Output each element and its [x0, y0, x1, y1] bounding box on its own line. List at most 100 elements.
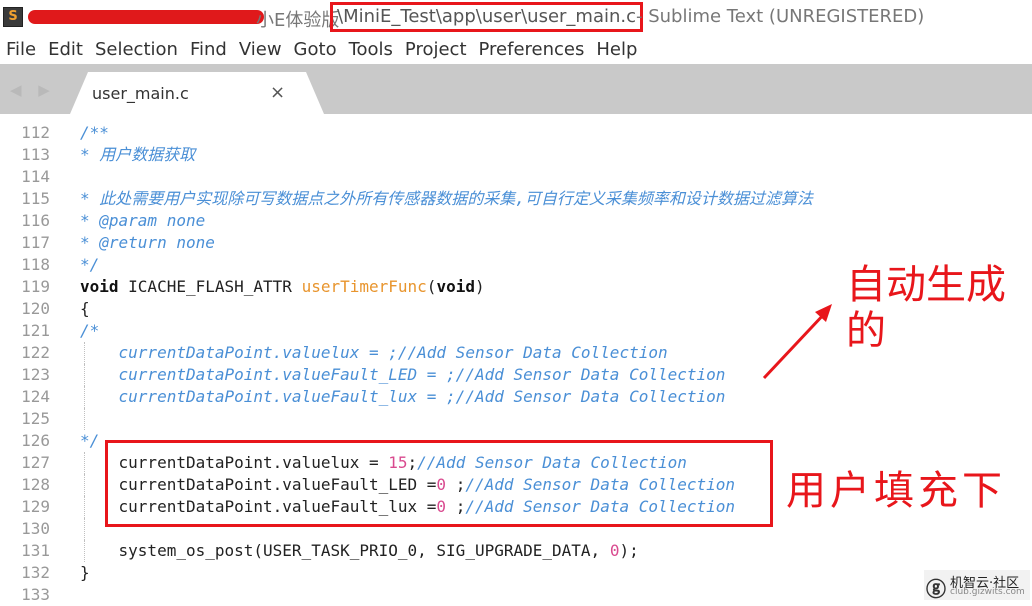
annotation-user-fill: 用户填充下 — [786, 468, 1006, 514]
code-editor[interactable]: 112 /** 113 * 用户数据获取 114 115 * 此处需要用户实现除可写数据点之… — [0, 114, 1032, 604]
code-text: { — [80, 298, 90, 320]
line-number: 128 — [21, 475, 50, 494]
code-line[interactable]: 124 currentDataPoint.valueFault_lux = ;/… — [0, 386, 1032, 408]
code-token: ICACHE_FLASH_ATTR — [118, 277, 302, 296]
code-text: * 用户数据获取 — [80, 144, 195, 166]
line-number: 115 — [21, 189, 50, 208]
line-number: 125 — [21, 409, 50, 428]
line-number: 129 — [21, 497, 50, 516]
tab-user-main-c[interactable]: user_main.c × — [70, 72, 324, 114]
code-token: { — [80, 299, 90, 318]
line-number: 119 — [21, 277, 50, 296]
code-text: */ — [80, 430, 99, 452]
code-line[interactable]: 114 — [0, 166, 1032, 188]
code-token: void — [80, 277, 119, 296]
code-token: */ — [80, 255, 100, 274]
watermark-url: club.gizwits.com — [950, 587, 1025, 597]
tab-label: user_main.c — [92, 84, 189, 103]
code-line[interactable]: 132} — [0, 562, 1032, 584]
indent-guide — [84, 518, 85, 540]
watermark: ⓖ 机智云·社区 club.gizwits.com — [924, 570, 1030, 601]
gizwits-logo-icon: ⓖ — [926, 577, 946, 601]
code-token: /** — [80, 123, 109, 142]
line-number: 114 — [21, 167, 50, 186]
code-line[interactable]: 125 — [0, 408, 1032, 430]
menu-file[interactable]: File — [0, 39, 42, 60]
menu-preferences[interactable]: Preferences — [473, 39, 591, 60]
menu-tools[interactable]: Tools — [343, 39, 399, 60]
code-token: currentDataPoint.valuelux = ;//Add Senso… — [80, 343, 668, 362]
line-number: 112 — [21, 123, 50, 142]
code-text: /* — [80, 320, 99, 342]
menu-view[interactable]: View — [233, 39, 288, 60]
tab-bar: ◀ ▶ user_main.c × — [0, 64, 1032, 114]
line-number: 124 — [21, 387, 50, 406]
annotation-auto-generated: 自动生成的 — [846, 262, 1006, 354]
code-line[interactable]: 113 * 用户数据获取 — [0, 144, 1032, 166]
code-token: /* — [80, 321, 100, 340]
menu-project[interactable]: Project — [399, 39, 473, 60]
code-line[interactable]: 116 * @param none — [0, 210, 1032, 232]
code-text: /** — [80, 122, 109, 144]
code-text: currentDataPoint.valuelux = ;//Add Senso… — [80, 342, 668, 364]
code-line[interactable]: 117 * @return none — [0, 232, 1032, 254]
code-text: currentDataPoint.valueFault_LED = ;//Add… — [80, 364, 726, 386]
code-token: userTimerFunc — [301, 277, 427, 296]
menu-selection[interactable]: Selection — [89, 39, 184, 60]
menu-find[interactable]: Find — [184, 39, 233, 60]
code-line[interactable]: 133 — [0, 584, 1032, 606]
code-text: void ICACHE_FLASH_ATTR userTimerFunc(voi… — [80, 276, 485, 298]
code-line[interactable]: 123 currentDataPoint.valueFault_LED = ;/… — [0, 364, 1032, 386]
code-line[interactable]: 112 /** — [0, 122, 1032, 144]
code-token: ( — [426, 277, 437, 296]
code-text: system_os_post(USER_TASK_PRIO_0, SIG_UPG… — [80, 540, 639, 562]
code-text: * @return none — [80, 232, 215, 254]
code-token: ); — [619, 541, 639, 560]
code-token: */ — [80, 431, 100, 450]
code-token: * 用户数据获取 — [80, 145, 196, 164]
code-token: 0 — [609, 541, 620, 560]
line-number: 130 — [21, 519, 50, 538]
line-number: 131 — [21, 541, 50, 560]
code-token: currentDataPoint.valueFault_lux = ;//Add… — [80, 387, 726, 406]
code-token: * @param none — [80, 211, 206, 230]
line-number: 118 — [21, 255, 50, 274]
title-bar: S 小E体验版 \MiniE_Test\app\user\user_main.c… — [0, 0, 1032, 34]
code-text: */ — [80, 254, 99, 276]
code-token: * @return none — [80, 233, 215, 252]
code-line[interactable]: 115 * 此处需要用户实现除可写数据点之外所有传感器数据的采集,可自行定义采集频… — [0, 188, 1032, 210]
line-number: 132 — [21, 563, 50, 582]
sublime-app-icon: S — [3, 7, 23, 27]
indent-guide — [84, 408, 85, 430]
title-path-prefix: 小E体验版 — [256, 10, 340, 31]
code-text: currentDataPoint.valueFault_lux = ;//Add… — [80, 386, 726, 408]
code-token: * 此处需要用户实现除可写数据点之外所有传感器数据的采集,可自行定义采集频率和设… — [80, 189, 813, 208]
line-number: 117 — [21, 233, 50, 252]
menu-goto[interactable]: Goto — [288, 39, 343, 60]
menu-edit[interactable]: Edit — [42, 39, 89, 60]
title-redaction-mark — [28, 10, 264, 24]
line-number: 123 — [21, 365, 50, 384]
code-token: ) — [474, 277, 485, 296]
user-code-highlight-box — [105, 440, 773, 527]
code-token: } — [80, 563, 90, 582]
code-line[interactable]: 131 system_os_post(USER_TASK_PRIO_0, SIG… — [0, 540, 1032, 562]
code-token: currentDataPoint.valueFault_LED = ;//Add… — [80, 365, 726, 384]
tab-nav-arrows-icon[interactable]: ◀ ▶ — [10, 81, 56, 99]
menu-bar: File Edit Selection Find View Goto Tools Projec… — [0, 34, 1032, 64]
code-text: * @param none — [80, 210, 205, 232]
line-number: 133 — [21, 585, 50, 604]
line-number: 122 — [21, 343, 50, 362]
line-number: 127 — [21, 453, 50, 472]
line-number: 113 — [21, 145, 50, 164]
menu-help[interactable]: Help — [590, 39, 643, 60]
line-number: 120 — [21, 299, 50, 318]
code-text: * 此处需要用户实现除可写数据点之外所有传感器数据的采集,可自行定义采集频率和设… — [80, 188, 813, 210]
code-text: } — [80, 562, 90, 584]
code-token: system_os_post(USER_TASK_PRIO_0, SIG_UPG… — [80, 541, 610, 560]
line-number: 116 — [21, 211, 50, 230]
tab-close-icon[interactable]: × — [270, 82, 285, 103]
line-number: 121 — [21, 321, 50, 340]
line-number: 126 — [21, 431, 50, 450]
title-file-path-highlight: \MiniE_Test\app\user\user_main.c — [330, 2, 644, 32]
